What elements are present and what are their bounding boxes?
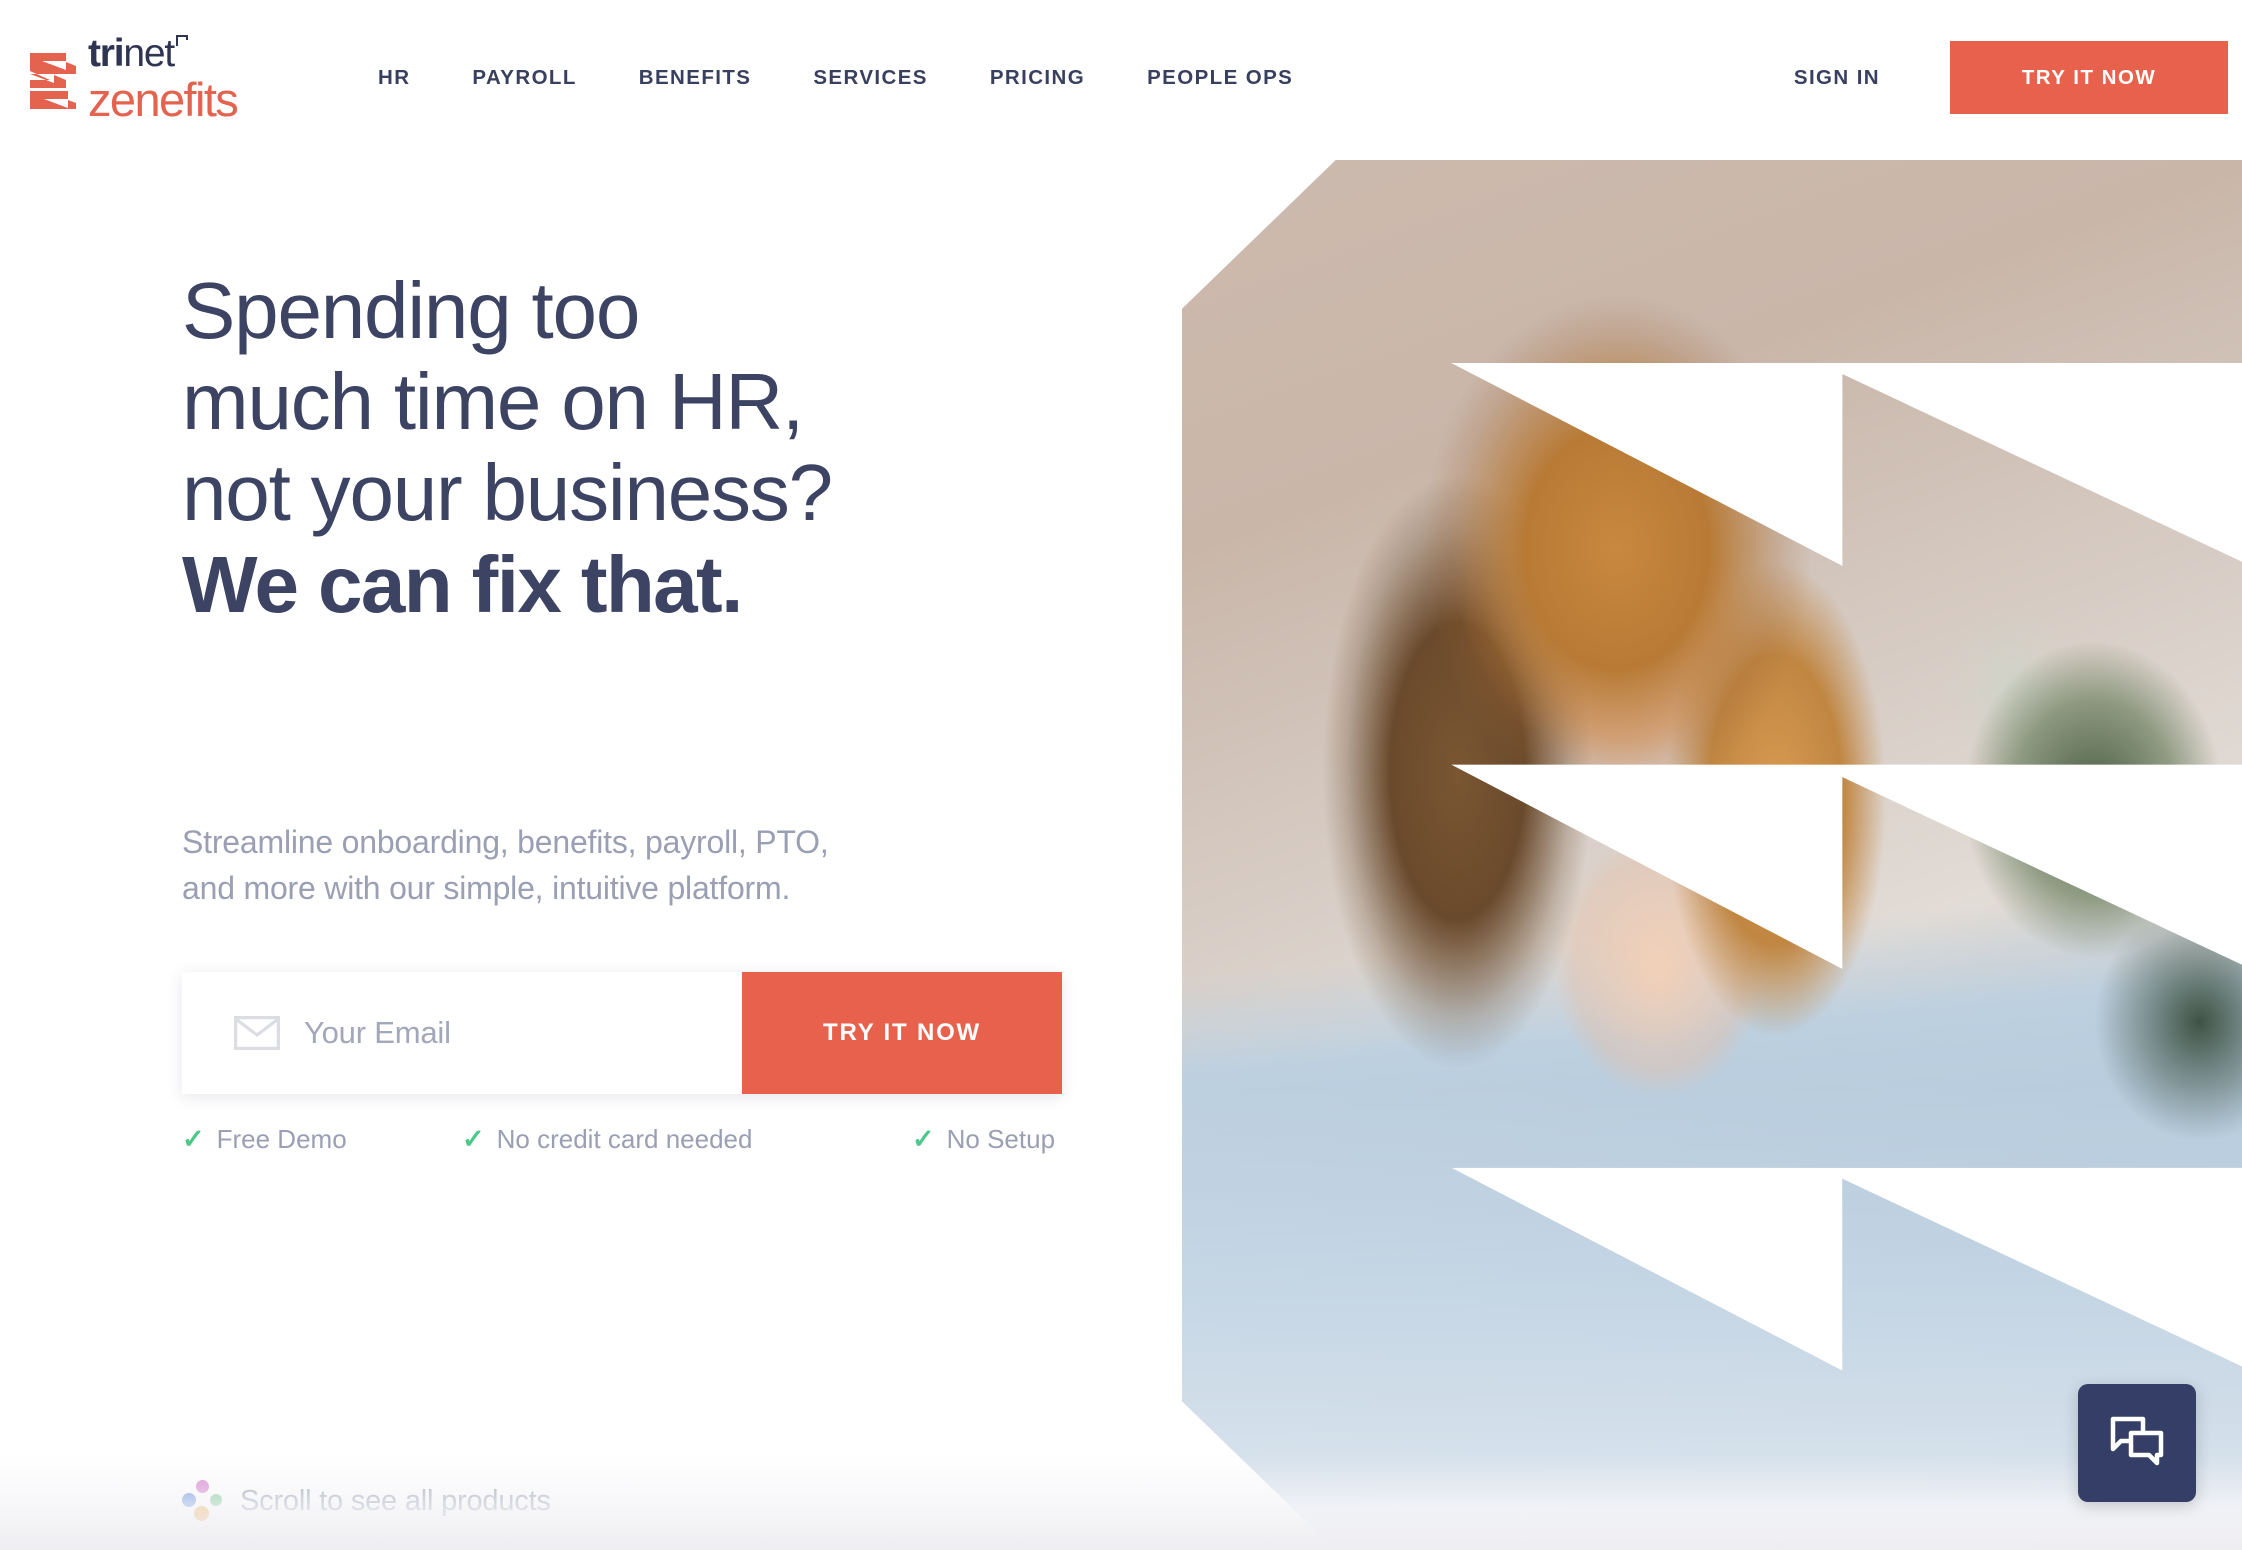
nav-item-pricing[interactable]: PRICING: [990, 54, 1085, 102]
hero-photo: [1182, 160, 2242, 1550]
four-color-dots-icon: [182, 1480, 224, 1522]
subhead-line-1: Streamline onboarding, benefits, payroll…: [182, 823, 829, 860]
chat-widget-button[interactable]: [2078, 1384, 2196, 1502]
feature-item-no-credit-card: ✓ No credit card needed: [462, 1124, 912, 1155]
scroll-hint[interactable]: Scroll to see all products: [182, 1480, 551, 1522]
email-field-wrapper[interactable]: [182, 972, 742, 1095]
site-header: trinet zenefits HR PAYROLL BENEFITS SERV…: [0, 0, 2242, 155]
dot-pink: [196, 1480, 209, 1493]
nav-item-people-ops[interactable]: PEOPLE OPS: [1147, 54, 1293, 102]
form-try-it-now-button[interactable]: TRY IT NOW: [742, 972, 1062, 1095]
page-title: Spending too much time on HR, not your b…: [182, 265, 1142, 630]
zenefits-z-mark-icon: [28, 47, 78, 109]
header-try-it-now-button[interactable]: TRY IT NOW: [1950, 41, 2228, 114]
chat-bubbles-icon: [2109, 1415, 2165, 1472]
envelope-icon: [234, 1016, 280, 1051]
logo[interactable]: trinet zenefits: [28, 33, 278, 123]
dot-orange: [194, 1506, 209, 1521]
check-icon: ✓: [462, 1124, 485, 1155]
email-signup-form: TRY IT NOW: [182, 972, 1062, 1095]
logo-wordmark: trinet zenefits: [88, 33, 239, 126]
hero-subheadline: Streamline onboarding, benefits, payroll…: [182, 820, 1082, 912]
headline-line-1: Spending too: [182, 266, 640, 355]
headline-line-2: much time on HR,: [182, 357, 804, 447]
check-icon: ✓: [912, 1124, 935, 1155]
feature-label: No Setup: [946, 1124, 1056, 1155]
scroll-hint-label: Scroll to see all products: [240, 1484, 551, 1517]
nav-item-benefits[interactable]: BENEFITS: [639, 54, 752, 102]
subhead-line-2: and more with our simple, intuitive plat…: [182, 869, 791, 906]
hero-content: Spending too much time on HR, not your b…: [182, 265, 1142, 1155]
feature-item-no-setup: ✓ No Setup: [912, 1124, 1055, 1155]
nav-item-hr[interactable]: HR: [378, 54, 410, 102]
main-navigation: HR PAYROLL BENEFITS SERVICES PRICING PEO…: [378, 54, 1293, 102]
hero-image-container: [1182, 0, 2242, 1550]
trademark-icon: [176, 34, 189, 46]
sign-in-link[interactable]: SIGN IN: [1794, 66, 1880, 90]
email-input[interactable]: [304, 972, 742, 1095]
dot-green: [210, 1494, 222, 1506]
dot-blue: [182, 1493, 196, 1507]
headline-line-3: not your business?: [182, 448, 833, 538]
feature-item-free-demo: ✓ Free Demo: [182, 1124, 462, 1155]
feature-label: Free Demo: [216, 1124, 347, 1155]
check-icon: ✓: [182, 1124, 205, 1155]
headline-emphasis: We can fix that.: [182, 539, 743, 629]
feature-list: ✓ Free Demo ✓ No credit card needed ✓ No…: [182, 1124, 1062, 1155]
nav-item-payroll[interactable]: PAYROLL: [472, 54, 576, 102]
logo-trinet-text: trinet: [88, 34, 237, 75]
header-actions: SIGN IN TRY IT NOW: [1794, 0, 2242, 155]
nav-item-services[interactable]: SERVICES: [813, 54, 928, 102]
logo-zenefits-text: zenefits: [88, 72, 239, 126]
feature-label: No credit card needed: [496, 1124, 753, 1155]
